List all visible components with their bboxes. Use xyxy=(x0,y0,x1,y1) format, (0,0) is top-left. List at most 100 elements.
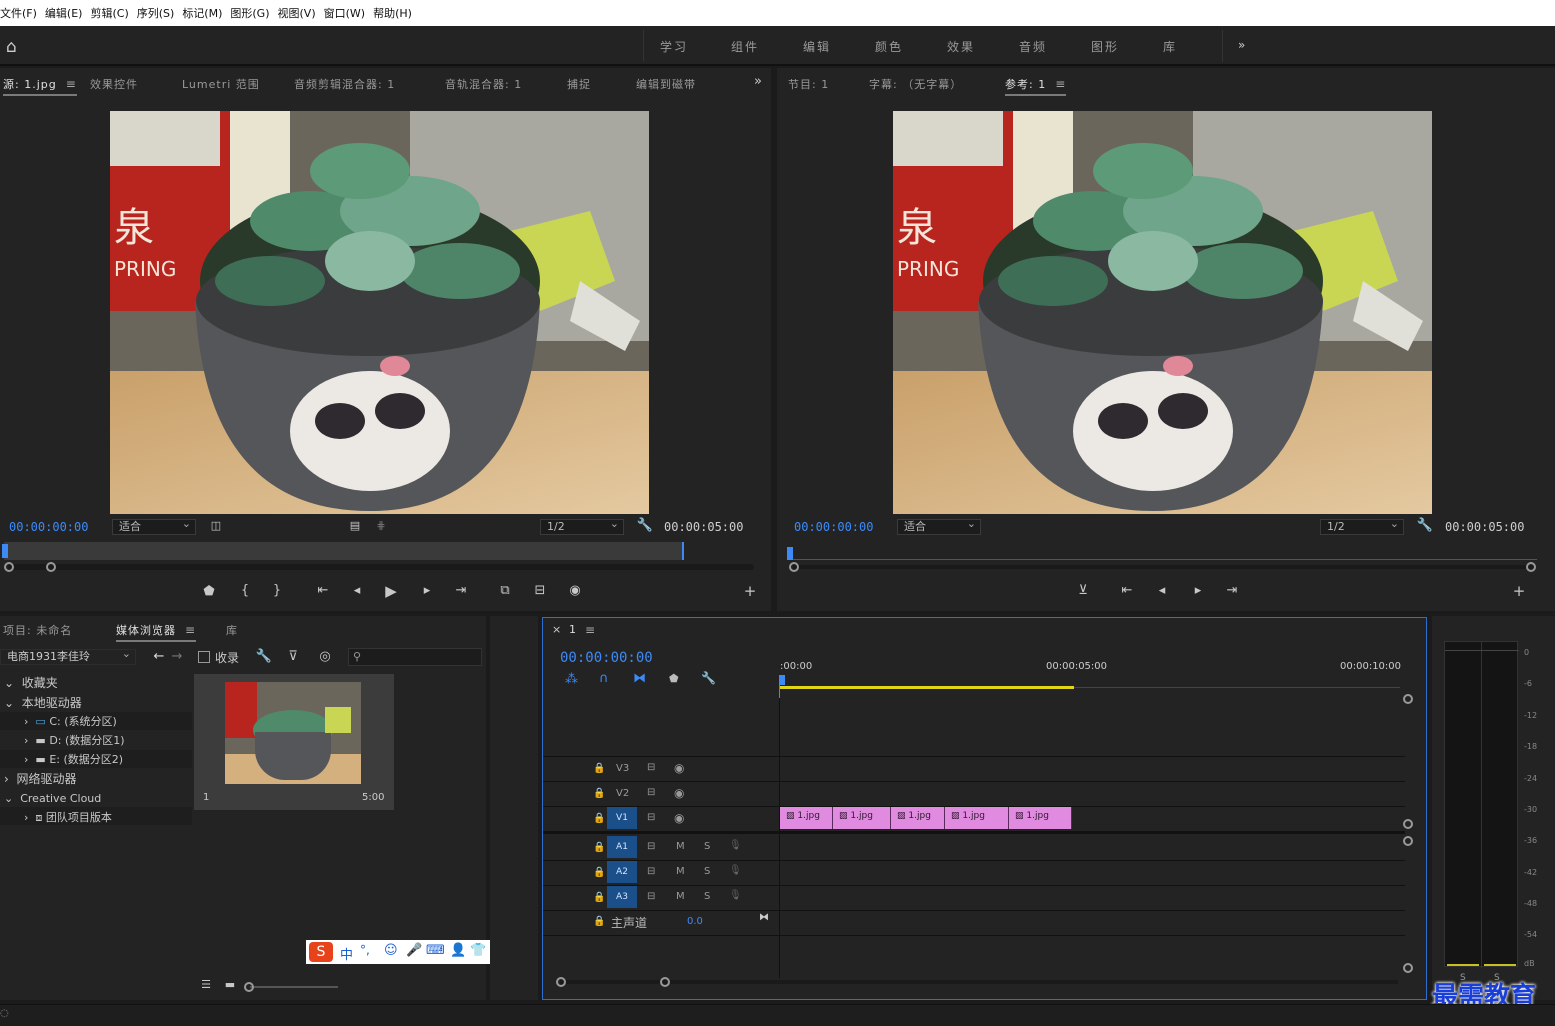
sync-lock-icon[interactable]: ⊟ xyxy=(647,812,655,823)
workspace-assembly[interactable]: 组件 xyxy=(731,38,759,55)
tree-local-drives[interactable]: ⌄ 本地驱动器 xyxy=(4,694,82,711)
mark-toggle-icon[interactable]: ◫ xyxy=(207,519,225,532)
menu-sequence[interactable]: 序列(S) xyxy=(137,5,175,21)
timeline-settings-wrench-icon[interactable]: 🔧 xyxy=(701,671,716,685)
tab-project[interactable]: 项目: 未命名 xyxy=(3,622,72,638)
step-forward-icon[interactable]: ▸ xyxy=(418,583,436,598)
search-input[interactable]: ⚲ xyxy=(348,648,482,666)
source-settings-wrench-icon[interactable]: 🔧 xyxy=(636,518,654,533)
tab-edit-to-tape[interactable]: 编辑到磁带 xyxy=(636,76,696,92)
home-icon[interactable]: ⌂ xyxy=(6,37,26,57)
mute-button[interactable]: M xyxy=(676,841,685,852)
go-to-in-icon[interactable]: ⇤ xyxy=(314,583,332,598)
lock-icon[interactable]: 🔒 xyxy=(593,842,605,853)
button-editor-icon[interactable]: + xyxy=(1510,582,1528,600)
scrollbar-handle[interactable] xyxy=(1403,694,1413,704)
program-playhead-timecode[interactable]: 00:00:00:00 xyxy=(794,520,873,534)
close-sequence-icon[interactable]: × xyxy=(552,623,561,636)
add-marker-icon[interactable]: ⬟ xyxy=(200,584,218,599)
tab-audio-clip-mixer[interactable]: 音频剪辑混合器: 1 xyxy=(294,76,395,92)
track-target-a3[interactable]: A3 xyxy=(607,886,637,908)
scrollbar-handle-right[interactable] xyxy=(660,977,670,987)
sequence-tab[interactable]: 1 xyxy=(569,623,576,636)
sync-lock-icon[interactable]: ⊟ xyxy=(647,787,655,798)
scrollbar-handle[interactable] xyxy=(1403,836,1413,846)
track-target-a2[interactable]: A2 xyxy=(607,861,637,883)
master-end-icon[interactable]: ⧓ xyxy=(759,912,769,923)
source-time-ruler[interactable] xyxy=(4,542,684,560)
sequence-menu-icon[interactable]: ≡ xyxy=(585,623,595,637)
insert-icon[interactable]: ⧉ xyxy=(496,583,514,598)
location-select[interactable]: 电商1931李佳玲 xyxy=(0,647,136,665)
step-back-icon[interactable]: ◂ xyxy=(1153,583,1171,598)
tab-program[interactable]: 节目: 1 xyxy=(788,76,829,92)
tab-effect-controls[interactable]: 效果控件 xyxy=(90,76,138,92)
menu-graphics[interactable]: 图形(G) xyxy=(230,5,269,21)
master-volume-value[interactable]: 0.0 xyxy=(687,916,703,927)
solo-button[interactable]: S xyxy=(704,841,710,852)
sync-lock-icon[interactable]: ⊟ xyxy=(647,891,655,902)
keyboard-icon[interactable]: ⌨ xyxy=(426,943,445,958)
lock-icon[interactable]: 🔒 xyxy=(593,916,605,927)
button-editor-icon[interactable]: + xyxy=(741,582,759,600)
mute-button[interactable]: M xyxy=(676,866,685,877)
media-thumbnail[interactable]: 1 5:00 xyxy=(194,674,394,810)
scrollbar-handle[interactable] xyxy=(1403,819,1413,829)
tab-media-browser[interactable]: 媒体浏览器 ≡ xyxy=(116,622,197,642)
lock-icon[interactable]: 🔒 xyxy=(593,763,605,774)
timeline-timecode[interactable]: 00:00:00:00 xyxy=(560,650,653,666)
add-marker-icon[interactable]: ⬟ xyxy=(669,672,679,685)
ime-toolbar[interactable]: S 中 °, ☺ 🎤 ⌨ 👤 👕 ▦ xyxy=(306,940,513,964)
ingest-checkbox[interactable] xyxy=(198,651,210,663)
program-time-ruler[interactable] xyxy=(787,547,1537,560)
user-icon[interactable]: 👤 xyxy=(450,943,466,958)
scrollbar-handle-left[interactable] xyxy=(556,977,566,987)
menu-window[interactable]: 窗口(W) xyxy=(324,5,365,21)
more-tabs-icon[interactable]: » xyxy=(754,74,763,89)
filter-icon[interactable]: ⊽ xyxy=(284,649,302,664)
tree-team-projects[interactable]: › ⧈ 团队项目版本 xyxy=(24,809,112,825)
tab-source[interactable]: 源: 1.jpg ≡ xyxy=(3,76,77,96)
track-target-a1[interactable]: A1 xyxy=(607,836,637,858)
mic-icon[interactable]: 🎙 xyxy=(729,840,742,851)
mute-button[interactable]: M xyxy=(676,891,685,902)
work-area-bar[interactable] xyxy=(780,686,1074,689)
tab-audio-track-mixer[interactable]: 音轨混合器: 1 xyxy=(445,76,522,92)
timeline-clip[interactable]: ▨ 1.jpg xyxy=(945,807,1009,829)
tree-favorites[interactable]: ⌄ 收藏夹 xyxy=(4,674,58,691)
solo-button[interactable]: S xyxy=(704,866,710,877)
slider-handle[interactable] xyxy=(244,982,254,992)
tree-network-drives[interactable]: › 网络驱动器 xyxy=(4,770,76,787)
go-to-in-icon[interactable]: ⇤ xyxy=(1118,583,1136,598)
program-zoom-scrollbar[interactable] xyxy=(793,565,1535,569)
program-settings-wrench-icon[interactable]: 🔧 xyxy=(1416,518,1434,533)
mark-in-icon[interactable]: { xyxy=(236,583,254,598)
tab-lumetri-scopes[interactable]: Lumetri 范围 xyxy=(182,76,260,92)
voice-icon[interactable]: 🎤 xyxy=(406,943,422,958)
drag-audio-icon[interactable]: ⋕ xyxy=(372,519,390,532)
punctuation-icon[interactable]: °, xyxy=(360,943,370,957)
sync-lock-icon[interactable]: ⊟ xyxy=(647,866,655,877)
tree-creative-cloud[interactable]: ⌄ Creative Cloud xyxy=(4,792,101,805)
scrollbar-handle-left[interactable] xyxy=(4,562,14,572)
track-target-v1[interactable]: V1 xyxy=(607,807,637,829)
ime-mode-label[interactable]: 中 xyxy=(340,944,353,963)
lock-icon[interactable]: 🔒 xyxy=(593,892,605,903)
tab-captions[interactable]: 字幕: （无字幕） xyxy=(869,76,962,92)
workspace-graphics[interactable]: 图形 xyxy=(1091,38,1119,55)
workspace-effects[interactable]: 效果 xyxy=(947,38,975,55)
nest-icon[interactable]: ⁂ xyxy=(565,672,578,687)
eye-icon[interactable]: ◉ xyxy=(674,761,684,775)
menu-clip[interactable]: 剪辑(C) xyxy=(90,5,128,21)
lift-icon[interactable]: ⊻ xyxy=(1074,583,1092,598)
scrollbar-handle-left[interactable] xyxy=(789,562,799,572)
icon-view-icon[interactable]: ▬ xyxy=(221,978,239,991)
tab-libraries[interactable]: 库 xyxy=(226,622,238,638)
timeline-clip[interactable]: ▨ 1.jpg xyxy=(1009,807,1072,829)
tree-drive-d[interactable]: › ▬ D: (数据分区1) xyxy=(24,732,125,748)
eye-icon[interactable]: ◉ xyxy=(674,811,684,825)
step-forward-icon[interactable]: ▸ xyxy=(1189,583,1207,598)
go-to-out-icon[interactable]: ⇥ xyxy=(452,583,470,598)
linked-selection-icon[interactable]: ⧓ xyxy=(633,671,646,686)
program-zoom-select[interactable]: 适合 xyxy=(897,517,981,535)
